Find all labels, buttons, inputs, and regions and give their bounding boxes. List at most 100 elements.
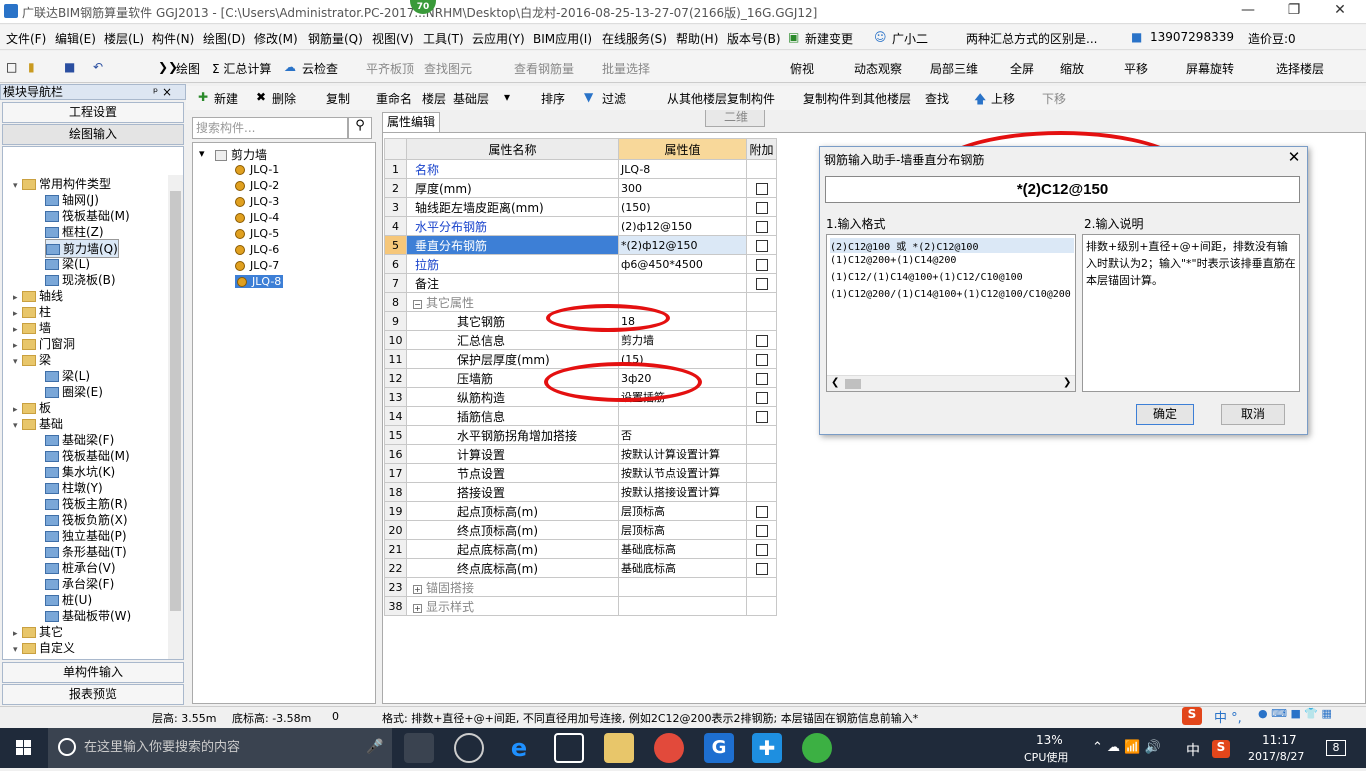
scroll-left-icon[interactable]: ❮ [831,377,839,388]
property-value[interactable]: 层顶标高 [618,520,747,540]
property-row[interactable]: 10 汇总信息 剪力墙 [384,330,777,350]
component-item[interactable]: JLQ-5 [235,227,279,240]
cloud-check-button[interactable]: 云检查 [302,60,338,77]
save-icon[interactable]: ■ [64,60,75,74]
property-row[interactable]: 17 节点设置 按默认节点设置计算 [384,463,777,483]
tree-item[interactable]: 框柱(Z) [45,223,104,240]
restore-icon[interactable]: ❐ [1284,2,1304,20]
copy-from-floor-button[interactable]: 从其他楼层复制构件 [667,90,775,107]
app-icon-1[interactable] [454,733,484,763]
cancel-button[interactable]: 取消 [1221,404,1285,425]
property-row[interactable]: 2 厚度(mm) 300 [384,178,777,198]
property-row[interactable]: 19 起点顶标高(m) 层顶标高 [384,501,777,521]
tree-expander-icon[interactable]: ▾ [13,357,22,367]
component-item[interactable]: JLQ-6 [235,243,279,256]
top-view-button[interactable]: 俯视 [790,60,814,77]
find-button[interactable]: 查找 [925,90,949,107]
report-preview-button[interactable]: 报表预览 [2,684,184,705]
store-icon[interactable] [554,733,584,763]
view-mode-select[interactable]: 二维 [705,107,765,127]
local-3d-button[interactable]: 局部三维 [930,60,978,77]
rename-button[interactable]: 重命名 [376,90,412,107]
property-row[interactable]: 22 终点底标高(m) 基础底标高 [384,558,777,578]
microphone-icon[interactable]: 🎤 [366,739,383,755]
menu-edit[interactable]: 编辑(E) [55,30,96,47]
find-element-button[interactable]: 查找图元 [424,60,472,77]
dialog-close-icon[interactable]: ✕ [1286,148,1302,166]
property-row[interactable]: 38 + 显示样式 [384,596,777,616]
property-value[interactable]: 按默认计算设置计算 [618,444,747,464]
property-value[interactable] [618,577,747,597]
component-item[interactable]: JLQ-3 [235,195,279,208]
ggj-app-icon[interactable]: ✚ [752,733,782,763]
tab-property-edit[interactable]: 属性编辑 [382,112,440,132]
attach-checkbox[interactable] [755,334,768,347]
property-value[interactable]: JLQ-8 [618,159,747,179]
menu-tools[interactable]: 工具(T) [423,30,464,47]
menu-version[interactable]: 版本号(B) [727,30,781,47]
delete-button[interactable]: 删除 [272,90,296,107]
property-value[interactable] [618,596,747,616]
batch-select-button[interactable]: 批量选择 [602,60,650,77]
expand-icon[interactable]: ▾ [199,147,205,160]
tray-icons[interactable]: ⌃ ☁ 📶 🔊 [1092,740,1161,755]
menu-view[interactable]: 视图(V) [372,30,414,47]
property-value[interactable]: *(2)ф12@150 [618,235,747,255]
clock-time[interactable]: 11:17 [1262,733,1297,747]
attach-checkbox[interactable] [755,277,768,290]
tree-item[interactable]: 条形基础(T) [45,543,127,560]
attach-checkbox[interactable] [755,372,768,385]
fullscreen-button[interactable]: 全屏 [1010,60,1034,77]
pin-close-icon[interactable]: ᵖ × [153,85,172,99]
attach-checkbox[interactable] [755,258,768,271]
property-row[interactable]: 5 垂直分布钢筋 *(2)ф12@150 [384,235,777,255]
group-toggle-icon[interactable]: + [413,603,422,613]
menu-draw[interactable]: 绘图(D) [203,30,246,47]
property-value[interactable]: (150) [618,197,747,217]
tree-item[interactable]: 轴网(J) [45,191,99,208]
tree-item[interactable]: 集水坑(K) [45,463,115,480]
tree-item[interactable]: 现浇板(B) [45,271,116,288]
ime-tools-icon[interactable]: ● ⌨ ■ 👕 ▦ [1258,707,1332,720]
tree-expander-icon[interactable]: ▸ [13,629,22,639]
attach-checkbox[interactable] [755,220,768,233]
open-folder-icon[interactable]: ▮ [28,60,35,74]
tree-expander-icon[interactable]: ▾ [13,181,22,191]
component-search-input[interactable]: 搜索构件... [192,117,348,139]
ime-mode[interactable]: 中 [1186,740,1200,760]
property-row[interactable]: 6 拉筋 ф6@450*4500 [384,254,777,274]
format-item[interactable]: (1)C12@200+(1)C14@200 [830,255,956,266]
tree-item[interactable]: 圈梁(E) [45,383,103,400]
menu-bim[interactable]: BIM应用(I) [533,30,592,47]
tree-item[interactable]: ▾ 基础 [13,415,63,432]
attach-checkbox[interactable] [755,353,768,366]
tree-item[interactable]: ▸ 柱 [13,303,51,320]
tree-item[interactable]: 梁(L) [45,367,90,384]
new-component-button[interactable]: 新建 [214,90,238,107]
tree-expander-icon[interactable]: ▾ [13,421,22,431]
sort-button[interactable]: 排序 [541,90,565,107]
minimize-icon[interactable]: — [1238,2,1258,20]
property-value[interactable]: 层顶标高 [618,501,747,521]
summary-calc-button[interactable]: Σ 汇总计算 [212,60,271,77]
ime-status[interactable]: 中 °, [1214,707,1242,726]
attach-checkbox[interactable] [755,410,768,423]
property-row[interactable]: 23 + 锚固搭接 [384,577,777,597]
component-item[interactable]: JLQ-1 [235,163,279,176]
ok-button[interactable]: 确定 [1136,404,1194,425]
undo-icon[interactable]: ↶ [93,60,103,74]
new-file-icon[interactable]: □ [6,60,17,74]
tree-item[interactable]: 柱墩(Y) [45,479,103,496]
notification-center-icon[interactable]: 8 [1326,740,1346,756]
tree-item[interactable]: 独立基础(P) [45,527,127,544]
tree-expander-icon[interactable]: ▾ [13,645,22,655]
tree-expander-icon[interactable]: ▸ [13,341,22,351]
close-icon[interactable]: ✕ [1330,2,1350,20]
property-row[interactable]: 21 起点底标高(m) 基础底标高 [384,539,777,559]
scroll-right-icon[interactable]: ❯ [1063,377,1071,388]
menu-component[interactable]: 构件(N) [152,30,194,47]
select-floor-button[interactable]: 选择楼层 [1276,60,1324,77]
tree-item[interactable]: 基础梁(F) [45,431,114,448]
floor-select[interactable]: 基础层 [453,90,489,107]
tree-item[interactable]: 承台梁(F) [45,575,114,592]
